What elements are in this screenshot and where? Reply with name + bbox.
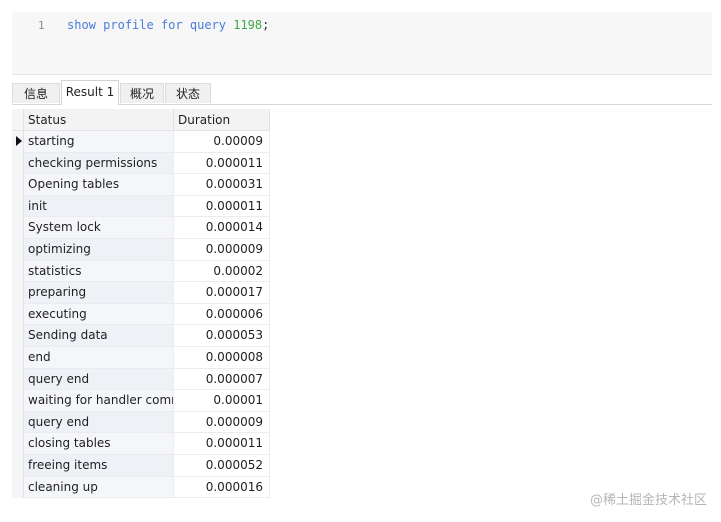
duration-cell[interactable]: 0.000011 xyxy=(174,152,270,175)
duration-cell[interactable]: 0.000008 xyxy=(174,346,270,369)
row-indicator[interactable] xyxy=(12,282,24,304)
tab-info[interactable]: 信息 xyxy=(12,83,60,103)
column-header-duration[interactable]: Duration xyxy=(174,109,270,131)
status-cell[interactable]: init xyxy=(24,195,174,218)
column-header-status[interactable]: Status xyxy=(24,109,174,131)
duration-cell[interactable]: 0.00002 xyxy=(174,260,270,283)
watermark-text: @稀土掘金技术社区 xyxy=(589,493,707,508)
table-row[interactable]: checking permissions 0.000011 xyxy=(12,152,270,175)
row-indicator[interactable] xyxy=(12,346,24,369)
status-cell[interactable]: preparing xyxy=(24,282,174,304)
table-row[interactable]: Sending data 0.000053 xyxy=(12,325,270,347)
tab-profile[interactable]: 概况 xyxy=(120,83,164,103)
duration-cell[interactable]: 0.000007 xyxy=(174,368,270,391)
grid-body: starting 0.00009 checking permissions 0.000… xyxy=(12,131,270,499)
keyword-show: show xyxy=(67,18,96,32)
table-row[interactable]: statistics 0.00002 xyxy=(12,260,270,283)
duration-cell[interactable]: 0.000011 xyxy=(174,433,270,455)
status-cell[interactable]: query end xyxy=(24,411,174,434)
duration-cell[interactable]: 0.00009 xyxy=(174,131,270,153)
tab-result-1[interactable]: Result 1 xyxy=(61,80,119,105)
line-gutter: 1 xyxy=(12,12,58,74)
status-cell[interactable]: Sending data xyxy=(24,325,174,347)
duration-cell[interactable]: 0.000014 xyxy=(174,217,270,239)
duration-cell[interactable]: 0.000031 xyxy=(174,174,270,196)
result-grid: Status Duration starting 0.00009 checking … xyxy=(12,109,270,499)
current-row-indicator-icon[interactable] xyxy=(12,131,24,153)
table-row[interactable]: end 0.000008 xyxy=(12,346,270,369)
status-cell[interactable]: checking permissions xyxy=(24,152,174,175)
status-cell[interactable]: freeing items xyxy=(24,454,174,477)
row-indicator[interactable] xyxy=(12,195,24,218)
status-cell[interactable]: starting xyxy=(24,131,174,153)
status-cell[interactable]: cleaning up xyxy=(24,476,174,499)
table-row[interactable]: System lock 0.000014 xyxy=(12,217,270,239)
row-indicator[interactable] xyxy=(12,217,24,239)
table-row[interactable]: query end 0.000009 xyxy=(12,411,270,434)
status-cell[interactable]: query end xyxy=(24,368,174,391)
table-row[interactable]: Opening tables 0.000031 xyxy=(12,174,270,196)
row-indicator[interactable] xyxy=(12,260,24,283)
status-cell[interactable]: closing tables xyxy=(24,433,174,455)
row-indicator[interactable] xyxy=(12,390,24,412)
keyword-query: query xyxy=(189,18,226,32)
status-cell[interactable]: System lock xyxy=(24,217,174,239)
row-indicator[interactable] xyxy=(12,368,24,391)
line-number: 1 xyxy=(38,19,45,32)
status-cell[interactable]: statistics xyxy=(24,260,174,283)
table-row[interactable]: query end 0.000007 xyxy=(12,368,270,391)
row-indicator[interactable] xyxy=(12,433,24,455)
query-id-number: 1198 xyxy=(233,18,263,32)
duration-cell[interactable]: 0.000009 xyxy=(174,411,270,434)
duration-cell[interactable]: 0.000016 xyxy=(174,476,270,499)
keyword-for: for xyxy=(160,18,183,32)
row-indicator[interactable] xyxy=(12,476,24,499)
table-row[interactable]: cleaning up 0.000016 xyxy=(12,476,270,499)
duration-cell[interactable]: 0.000009 xyxy=(174,238,270,261)
sql-code-line[interactable]: show profile for query 1198; xyxy=(67,18,269,32)
table-row[interactable]: executing 0.000006 xyxy=(12,303,270,326)
tab-status[interactable]: 状态 xyxy=(165,83,211,103)
table-row[interactable]: preparing 0.000017 xyxy=(12,282,270,304)
status-cell[interactable]: end xyxy=(24,346,174,369)
duration-cell[interactable]: 0.000011 xyxy=(174,195,270,218)
table-row[interactable]: optimizing 0.000009 xyxy=(12,238,270,261)
sql-editor[interactable]: 1 show profile for query 1198; xyxy=(12,12,712,75)
row-indicator[interactable] xyxy=(12,411,24,434)
status-cell[interactable]: executing xyxy=(24,303,174,326)
row-indicator[interactable] xyxy=(12,152,24,175)
table-row[interactable]: init 0.000011 xyxy=(12,195,270,218)
table-row[interactable]: starting 0.00009 xyxy=(12,131,270,153)
status-cell[interactable]: waiting for handler comm xyxy=(24,390,174,412)
duration-cell[interactable]: 0.000053 xyxy=(174,325,270,347)
duration-cell[interactable]: 0.000052 xyxy=(174,454,270,477)
row-indicator[interactable] xyxy=(12,325,24,347)
table-row[interactable]: freeing items 0.000052 xyxy=(12,454,270,477)
row-indicator[interactable] xyxy=(12,303,24,326)
status-cell[interactable]: optimizing xyxy=(24,238,174,261)
table-row[interactable]: waiting for handler comm 0.00001 xyxy=(12,390,270,412)
header-corner xyxy=(12,109,24,131)
keyword-profile: profile xyxy=(103,18,154,32)
status-cell[interactable]: Opening tables xyxy=(24,174,174,196)
duration-cell[interactable]: 0.000006 xyxy=(174,303,270,326)
duration-cell[interactable]: 0.00001 xyxy=(174,390,270,412)
result-tab-bar: 信息 Result 1 概况 状态 xyxy=(12,80,712,105)
row-indicator[interactable] xyxy=(12,454,24,477)
grid-header-row: Status Duration xyxy=(12,109,270,131)
row-indicator[interactable] xyxy=(12,174,24,196)
table-row[interactable]: closing tables 0.000011 xyxy=(12,433,270,455)
row-indicator[interactable] xyxy=(12,238,24,261)
statement-terminator: ; xyxy=(262,18,270,32)
duration-cell[interactable]: 0.000017 xyxy=(174,282,270,304)
